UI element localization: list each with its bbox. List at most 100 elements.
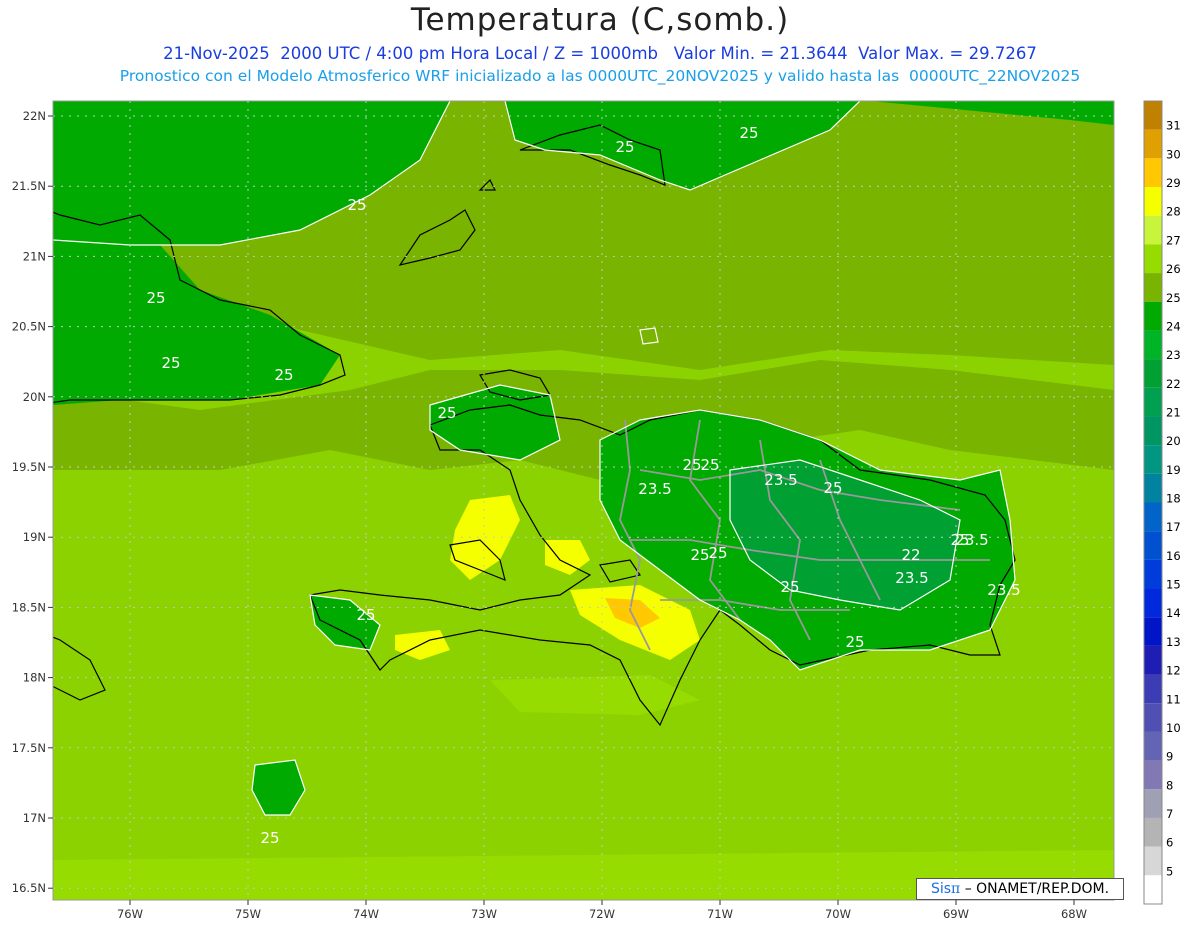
legend-level: 17 xyxy=(1166,520,1181,534)
contour-label: 25 xyxy=(739,124,758,142)
legend-swatch xyxy=(1144,588,1162,618)
lon-tick-label: 76W xyxy=(117,907,143,921)
lon-tick-label: 71W xyxy=(707,907,733,921)
legend-level: 24 xyxy=(1166,319,1181,333)
lat-tick-label: 20N xyxy=(23,390,46,404)
lon-tick-label: 69W xyxy=(943,907,969,921)
lon-tick-label: 68W xyxy=(1061,907,1087,921)
legend-swatch xyxy=(1144,846,1162,876)
credit-pi: π xyxy=(951,881,961,897)
legend-swatch xyxy=(1144,244,1162,274)
lat-tick-label: 19N xyxy=(23,530,46,544)
legend-swatch xyxy=(1144,875,1162,904)
lat-tick-label: 20.5N xyxy=(12,320,46,334)
legend-swatch xyxy=(1144,559,1162,589)
legend-level: 14 xyxy=(1166,606,1181,620)
legend-swatch xyxy=(1144,158,1162,188)
legend-swatch xyxy=(1144,187,1162,216)
contour-label: 25 xyxy=(260,829,279,847)
legend-swatch xyxy=(1144,101,1162,130)
contour-label: 25 xyxy=(950,531,969,549)
legend-level: 25 xyxy=(1166,291,1181,305)
legend-level: 10 xyxy=(1166,721,1181,735)
legend-swatch xyxy=(1144,674,1162,704)
legend-level: 11 xyxy=(1166,692,1181,706)
contour-label: 25 xyxy=(437,404,456,422)
contour-label: 25 xyxy=(347,196,366,214)
legend-level: 6 xyxy=(1166,836,1173,850)
legend-swatch xyxy=(1144,617,1162,646)
contour-label: 23.5 xyxy=(895,569,928,587)
contour-label: 25 xyxy=(615,138,634,156)
contour-label: 25 xyxy=(682,456,701,474)
credit-box: Sisπ – ONAMET/REP.DOM. xyxy=(916,878,1124,900)
legend-swatch xyxy=(1144,445,1162,474)
legend-swatch xyxy=(1144,817,1162,847)
contour-label: 25 xyxy=(161,354,180,372)
contour-label: 25 xyxy=(146,289,165,307)
legend-swatch xyxy=(1144,301,1162,331)
legend-level: 29 xyxy=(1166,176,1181,190)
lat-tick-label: 17.5N xyxy=(12,741,46,755)
legend-swatch xyxy=(1144,502,1162,532)
color-legend: 31 30 29 28 27 26 25 24 23 22 21 20 19 18 17 16 15 14 13 12… xyxy=(1143,100,1181,905)
legend-level: 31 xyxy=(1166,119,1181,133)
legend-level: 16 xyxy=(1166,549,1181,563)
legend-swatch xyxy=(1144,473,1162,503)
legend-level: 27 xyxy=(1166,233,1181,247)
legend-swatch xyxy=(1144,273,1162,302)
contour-label: 23.5 xyxy=(764,471,797,489)
lat-tick-label: 18.5N xyxy=(12,600,46,614)
legend-level: 8 xyxy=(1166,778,1173,792)
legend-swatch xyxy=(1144,215,1162,245)
legend-swatch xyxy=(1144,731,1162,761)
contour-label: 25 xyxy=(708,544,727,562)
legend-level: 22 xyxy=(1166,377,1181,391)
legend-level: 21 xyxy=(1166,405,1181,419)
legend-swatch xyxy=(1144,129,1162,159)
legend-level: 23 xyxy=(1166,348,1181,362)
contour-label: 25 xyxy=(700,456,719,474)
contour-label: 25 xyxy=(274,366,293,384)
legend-swatch xyxy=(1144,387,1162,417)
contour-label: 25 xyxy=(845,633,864,651)
legend-level: 26 xyxy=(1166,262,1181,276)
legend-swatch xyxy=(1144,359,1162,388)
contour-label: 25 xyxy=(690,546,709,564)
lat-tick-label: 21.5N xyxy=(12,179,46,193)
lat-tick-label: 22N xyxy=(23,109,46,123)
legend-level: 19 xyxy=(1166,463,1181,477)
legend-level: 7 xyxy=(1166,807,1173,821)
legend-level: 18 xyxy=(1166,492,1181,506)
lon-tick-label: 75W xyxy=(235,907,261,921)
latitude-axis: 22N 21.5N 21N 20.5N 20N 19.5N 19N 18.5N 18N 17.5N… xyxy=(12,109,53,895)
legend-swatch xyxy=(1144,760,1162,790)
legend-swatch xyxy=(1144,703,1162,732)
lon-tick-label: 72W xyxy=(589,907,615,921)
legend-level: 15 xyxy=(1166,578,1181,592)
legend-swatch xyxy=(1144,330,1162,360)
lat-tick-label: 21N xyxy=(23,249,46,263)
contour-label: 25 xyxy=(356,606,375,624)
lon-tick-label: 73W xyxy=(471,907,497,921)
temperature-map: 252525252525252523.52523.5 252523.52223.5… xyxy=(12,100,1181,921)
legend-swatch xyxy=(1144,416,1162,446)
contour-label: 25 xyxy=(823,479,842,497)
contour-label: 22 xyxy=(901,546,920,564)
legend-level: 5 xyxy=(1166,864,1173,878)
legend-level: 30 xyxy=(1166,147,1181,161)
lat-tick-label: 16.5N xyxy=(12,881,46,895)
contour-label: 23.5 xyxy=(638,480,671,498)
contour-label: 25 xyxy=(780,578,799,596)
legend-level: 12 xyxy=(1166,664,1181,678)
lat-tick-label: 19.5N xyxy=(12,460,46,474)
legend-swatch xyxy=(1144,789,1162,818)
credit-prefix: Sis xyxy=(930,881,952,897)
map-plot-area: 252525252525252523.52523.5 252523.52223.5… xyxy=(53,101,1114,900)
legend-level: 20 xyxy=(1166,434,1181,448)
lon-tick-label: 74W xyxy=(353,907,379,921)
lat-tick-label: 18N xyxy=(23,671,46,685)
credit-suffix: – ONAMET/REP.DOM. xyxy=(964,881,1110,897)
legend-level: 9 xyxy=(1166,750,1173,764)
lat-tick-label: 17N xyxy=(23,811,46,825)
